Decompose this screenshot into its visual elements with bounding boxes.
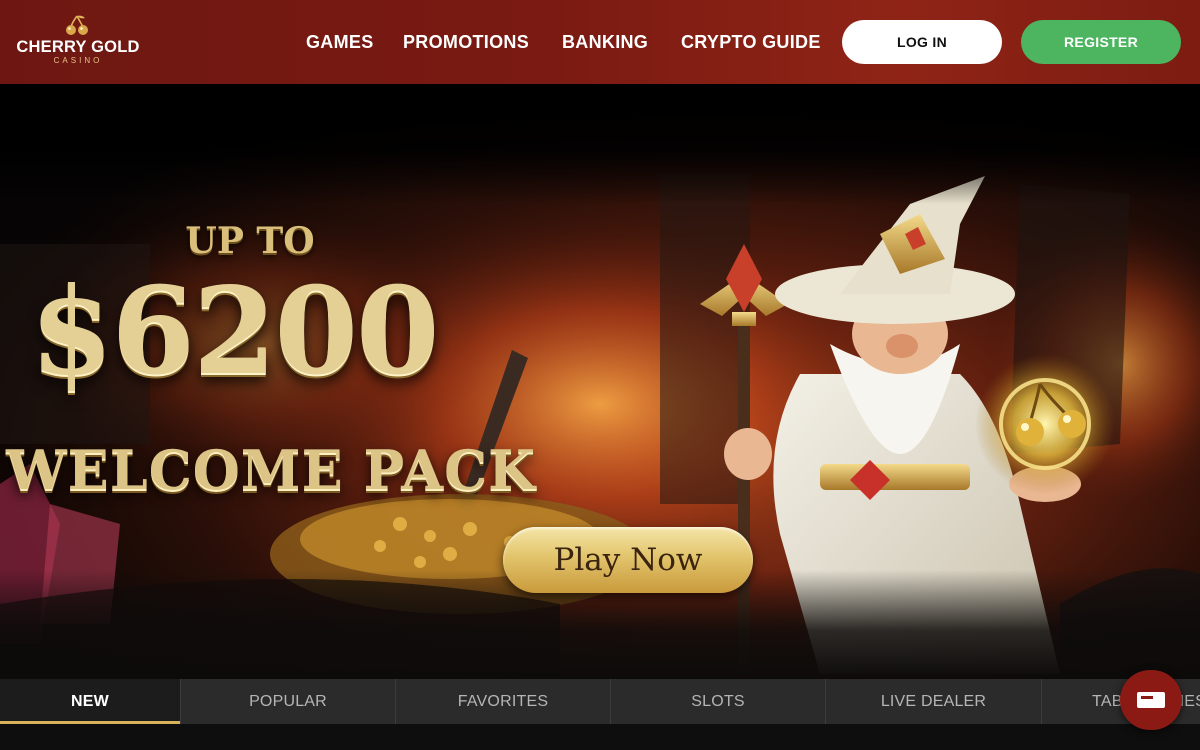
nav-banking[interactable]: BANKING: [562, 32, 648, 53]
hero-banner: UP TO $6200 WELCOME PACK Play Now: [0, 84, 1200, 680]
promo-amount: $6200: [30, 261, 439, 402]
nav-promotions[interactable]: PROMOTIONS: [403, 32, 529, 53]
nav-crypto-guide[interactable]: CRYPTO GUIDE: [681, 32, 821, 53]
tab-favorites[interactable]: FAVORITES: [396, 679, 611, 724]
site-header: CHERRY GOLD CASINO GAMES PROMOTIONS BANK…: [0, 0, 1200, 84]
nav-games[interactable]: GAMES: [306, 32, 374, 53]
tab-new[interactable]: NEW: [0, 679, 181, 724]
hero-top-fade: [0, 84, 1200, 204]
tab-live-dealer[interactable]: LIVE DEALER: [826, 679, 1042, 724]
cherry-icon: [66, 15, 88, 35]
login-button[interactable]: LOG IN: [842, 20, 1002, 64]
promo-welcome-pack: WELCOME PACK: [6, 438, 537, 502]
play-now-button[interactable]: Play Now: [503, 527, 753, 593]
chat-button[interactable]: [1120, 670, 1182, 730]
logo-subtext: CASINO: [53, 56, 103, 65]
logo[interactable]: CHERRY GOLD CASINO: [16, 12, 140, 68]
register-button[interactable]: REGISTER: [1021, 20, 1181, 64]
tab-popular[interactable]: POPULAR: [181, 679, 396, 724]
chat-icon: [1137, 692, 1165, 708]
content-area: [0, 724, 1200, 750]
tab-slots[interactable]: SLOTS: [611, 679, 826, 724]
logo-text: CHERRY GOLD: [16, 38, 140, 56]
game-category-tabs: NEW POPULAR FAVORITES SLOTS LIVE DEALER …: [0, 679, 1200, 724]
